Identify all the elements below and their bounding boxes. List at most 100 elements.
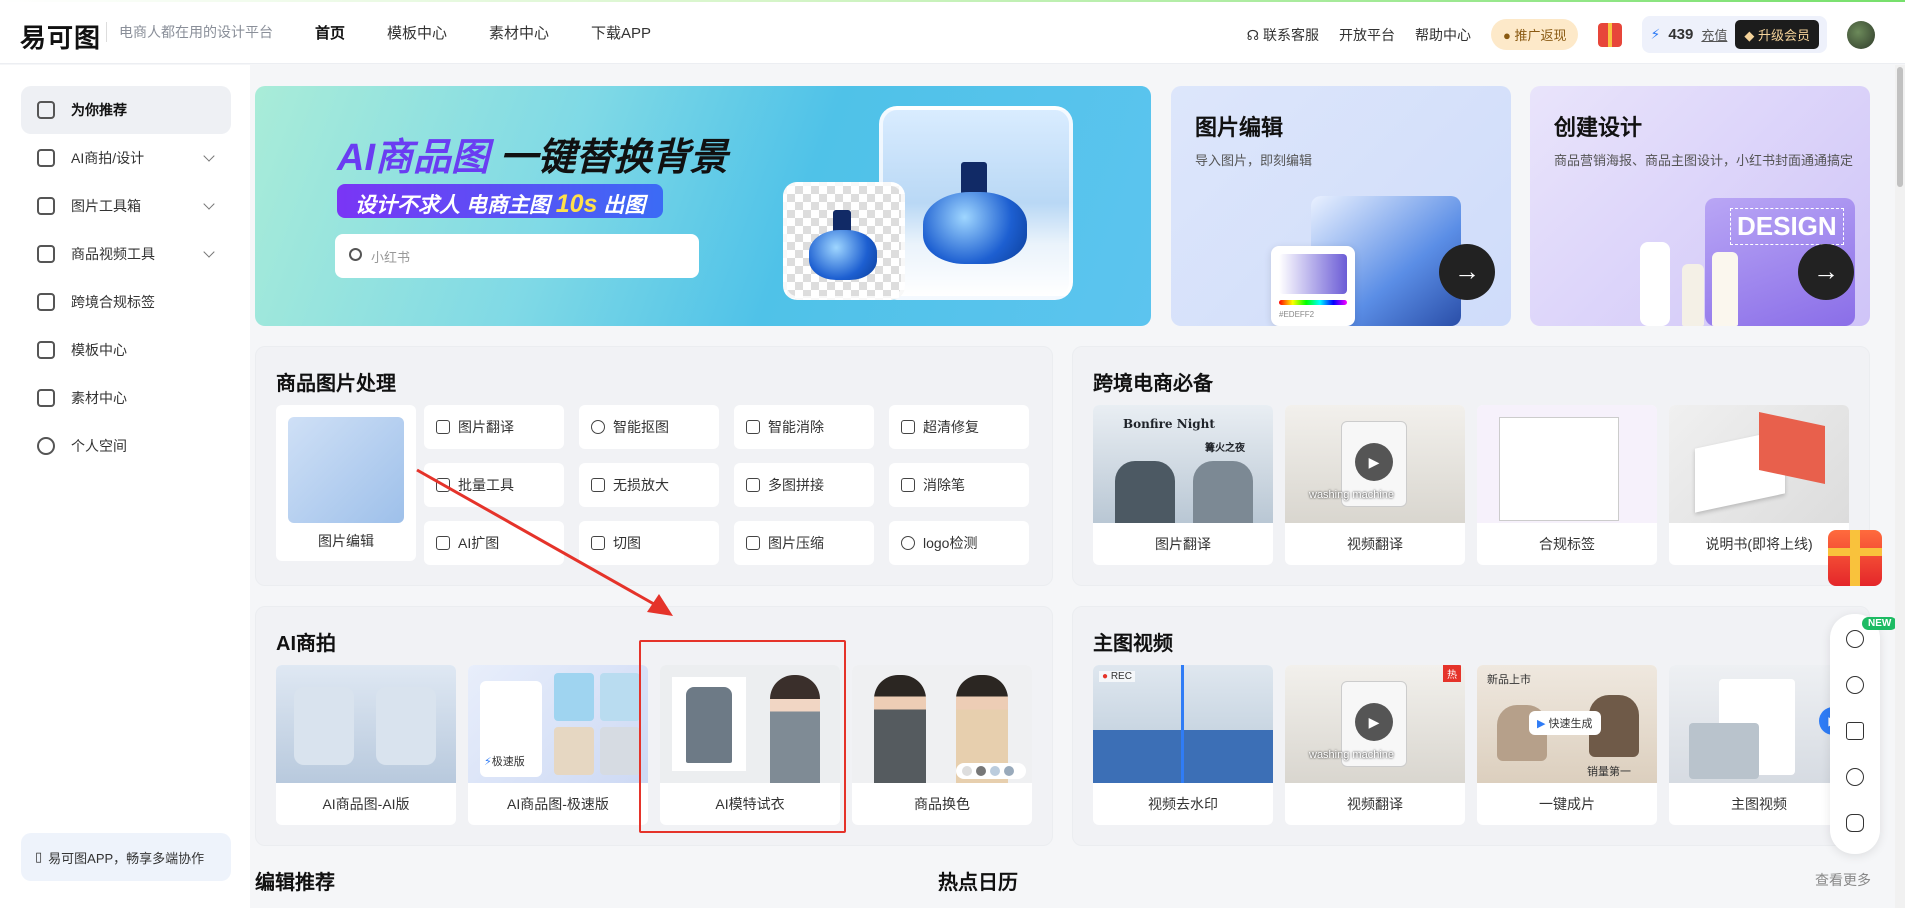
tool-label: 智能抠图 bbox=[613, 419, 669, 435]
banner-sub-c: 出图 bbox=[603, 194, 646, 217]
feature-label: 图片编辑 bbox=[318, 533, 374, 549]
help-center-link[interactable]: 帮助中心 bbox=[1415, 25, 1471, 45]
chat-icon[interactable] bbox=[1846, 814, 1864, 832]
help-icon[interactable] bbox=[1846, 768, 1864, 786]
compress-icon bbox=[746, 536, 760, 550]
gift-icon[interactable] bbox=[1598, 22, 1623, 47]
crossborder-panel: 跨境电商必备 Bonfire Night 篝火之夜 图片翻译 ▶ washing… bbox=[1072, 346, 1870, 586]
create-design-card[interactable]: 创建设计 商品营销海报、商品主图设计，小红书封面通通搞定 DESIGN → bbox=[1530, 86, 1870, 326]
tile-video-translate-2[interactable]: ▶ washing machine 热 视频翻译 bbox=[1285, 665, 1465, 825]
tool-smart-cutout[interactable]: 智能抠图 bbox=[579, 405, 719, 449]
tool-logo-detect[interactable]: logo检测 bbox=[889, 521, 1029, 565]
nav-templates[interactable]: 模板中心 bbox=[387, 22, 447, 43]
sidebar-item-label: 跨境合规标签 bbox=[71, 294, 155, 310]
product-bottle bbox=[1712, 252, 1738, 326]
tile-label: 视频翻译 bbox=[1347, 536, 1403, 552]
logo[interactable]: 易可图 bbox=[20, 18, 101, 55]
panel-title: 主图视频 bbox=[1093, 633, 1173, 655]
link-icon[interactable] bbox=[1846, 630, 1864, 648]
promo-button[interactable]: ● 推广返现 bbox=[1491, 19, 1579, 50]
quick-gen-button[interactable]: ▶ 快速生成 bbox=[1529, 711, 1601, 735]
scrollbar-thumb[interactable] bbox=[1897, 67, 1903, 187]
recharge-link[interactable]: 充值 bbox=[1701, 25, 1727, 44]
sidebar-item-ai-shoot[interactable]: AI商拍/设计 bbox=[21, 134, 231, 182]
main-video-panel: 主图视频 ● REC 视频去水印 ▶ washing machine 热 视频翻… bbox=[1072, 606, 1870, 846]
tile-ai-product-fast[interactable]: ⚡极速版 AI商品图-极速版 bbox=[468, 665, 648, 825]
highlight-box bbox=[639, 640, 846, 833]
image-edit-card[interactable]: 图片编辑 导入图片，即刻编辑 #EDEFF2 → bbox=[1171, 86, 1511, 326]
tile-thumbnail bbox=[1477, 405, 1657, 523]
app-promo[interactable]: ▯ 易可图APP，畅享多端协作 bbox=[21, 833, 231, 881]
hero-banner[interactable]: AI商品图 一键替换背景 设计不求人 电商主图 10s 出图 小红书 bbox=[255, 86, 1151, 326]
image-edit-feature[interactable]: 图片编辑 bbox=[276, 405, 416, 561]
tool-smart-erase[interactable]: 智能消除 bbox=[734, 405, 874, 449]
nav-home[interactable]: 首页 bbox=[315, 22, 345, 43]
sidebar-item-compliance[interactable]: 跨境合规标签 bbox=[21, 278, 231, 326]
scrollbar[interactable] bbox=[1895, 65, 1905, 908]
document-icon[interactable] bbox=[1846, 722, 1864, 740]
tile-video-watermark[interactable]: ● REC 视频去水印 bbox=[1093, 665, 1273, 825]
contact-service-link[interactable]: ☊ 联系客服 bbox=[1247, 25, 1319, 45]
color-picker: #EDEFF2 bbox=[1271, 246, 1355, 326]
sidebar-item-materials[interactable]: 素材中心 bbox=[21, 374, 231, 422]
yuan-icon[interactable] bbox=[1846, 676, 1864, 694]
translate-icon bbox=[436, 420, 450, 434]
panel-title: AI商拍 bbox=[276, 633, 336, 655]
label-document bbox=[1499, 417, 1619, 521]
tile-thumbnail: 新品上市 ▶ 快速生成 销量第一 bbox=[1477, 665, 1657, 783]
cutout-icon bbox=[591, 420, 605, 434]
tool-compress[interactable]: 图片压缩 bbox=[734, 521, 874, 565]
tile-main-video[interactable]: ▶ 主图视频 bbox=[1669, 665, 1849, 825]
swatch[interactable] bbox=[1004, 766, 1014, 776]
tool-hd-restore[interactable]: 超清修复 bbox=[889, 405, 1029, 449]
chevron-down-icon bbox=[203, 150, 215, 162]
tile-label: 视频去水印 bbox=[1148, 796, 1218, 812]
tile-image-translate[interactable]: Bonfire Night 篝火之夜 图片翻译 bbox=[1093, 405, 1273, 565]
tile-video-translate[interactable]: ▶ washing machine 视频翻译 bbox=[1285, 405, 1465, 565]
swatch[interactable] bbox=[962, 766, 972, 776]
tool-label: 消除笔 bbox=[923, 477, 965, 493]
sales-text: 销量第一 bbox=[1587, 766, 1631, 778]
gift-promo-icon[interactable] bbox=[1828, 530, 1882, 586]
sidebar-item-personal[interactable]: 个人空间 bbox=[21, 422, 231, 470]
section-editor-picks: 编辑推荐 bbox=[255, 872, 335, 894]
sidebar-item-toolbox[interactable]: 图片工具箱 bbox=[21, 182, 231, 230]
tile-caption-cn: 篝火之夜 bbox=[1205, 443, 1245, 454]
search-icon bbox=[349, 248, 362, 261]
tag-icon bbox=[37, 293, 55, 311]
product-bottle bbox=[1682, 264, 1704, 326]
tile-manual[interactable]: 说明书(即将上线) bbox=[1669, 405, 1849, 565]
banner-title: AI商品图 一键替换背景 bbox=[337, 126, 728, 181]
perfume-cap bbox=[961, 162, 987, 196]
sidebar-item-templates[interactable]: 模板中心 bbox=[21, 326, 231, 374]
swatch[interactable] bbox=[976, 766, 986, 776]
eraser-icon bbox=[746, 420, 760, 434]
tool-eraser-pen[interactable]: 消除笔 bbox=[889, 463, 1029, 507]
play-icon: ▶ bbox=[1537, 718, 1546, 730]
avatar[interactable] bbox=[1847, 20, 1875, 49]
open-platform-link[interactable]: 开放平台 bbox=[1339, 25, 1395, 45]
tile-one-click-video[interactable]: 新品上市 ▶ 快速生成 销量第一 一键成片 bbox=[1477, 665, 1657, 825]
sidebar-item-video-tools[interactable]: 商品视频工具 bbox=[21, 230, 231, 278]
jacket-image bbox=[1115, 461, 1175, 523]
coin-balance: ⚡ 439 充值 ◆ 升级会员 bbox=[1642, 16, 1827, 53]
tile-compliance-label[interactable]: 合规标签 bbox=[1477, 405, 1657, 565]
tile-color-change[interactable]: 商品换色 bbox=[852, 665, 1032, 825]
home-icon bbox=[37, 101, 55, 119]
search-input[interactable]: 小红书 bbox=[335, 234, 699, 278]
upgrade-vip-button[interactable]: ◆ 升级会员 bbox=[1735, 20, 1819, 49]
fan-heater-image bbox=[376, 687, 436, 765]
nav-materials[interactable]: 素材中心 bbox=[489, 22, 549, 43]
arrow-right-icon[interactable]: → bbox=[1439, 244, 1495, 300]
model-dark-shirt bbox=[874, 675, 926, 783]
tile-ai-product-ai[interactable]: AI商品图-AI版 bbox=[276, 665, 456, 825]
hot-badge: 热 bbox=[1443, 665, 1461, 682]
sidebar-item-label: 个人空间 bbox=[71, 438, 127, 454]
arrow-right-icon[interactable]: → bbox=[1798, 244, 1854, 300]
view-more-link[interactable]: 查看更多 bbox=[1815, 870, 1871, 890]
swatch[interactable] bbox=[990, 766, 1000, 776]
nav-download-app[interactable]: 下载APP bbox=[591, 22, 651, 43]
tool-multi-stitch[interactable]: 多图拼接 bbox=[734, 463, 874, 507]
tool-image-translate[interactable]: 图片翻译 bbox=[424, 405, 564, 449]
sidebar-item-recommend[interactable]: 为你推荐 bbox=[21, 86, 231, 134]
